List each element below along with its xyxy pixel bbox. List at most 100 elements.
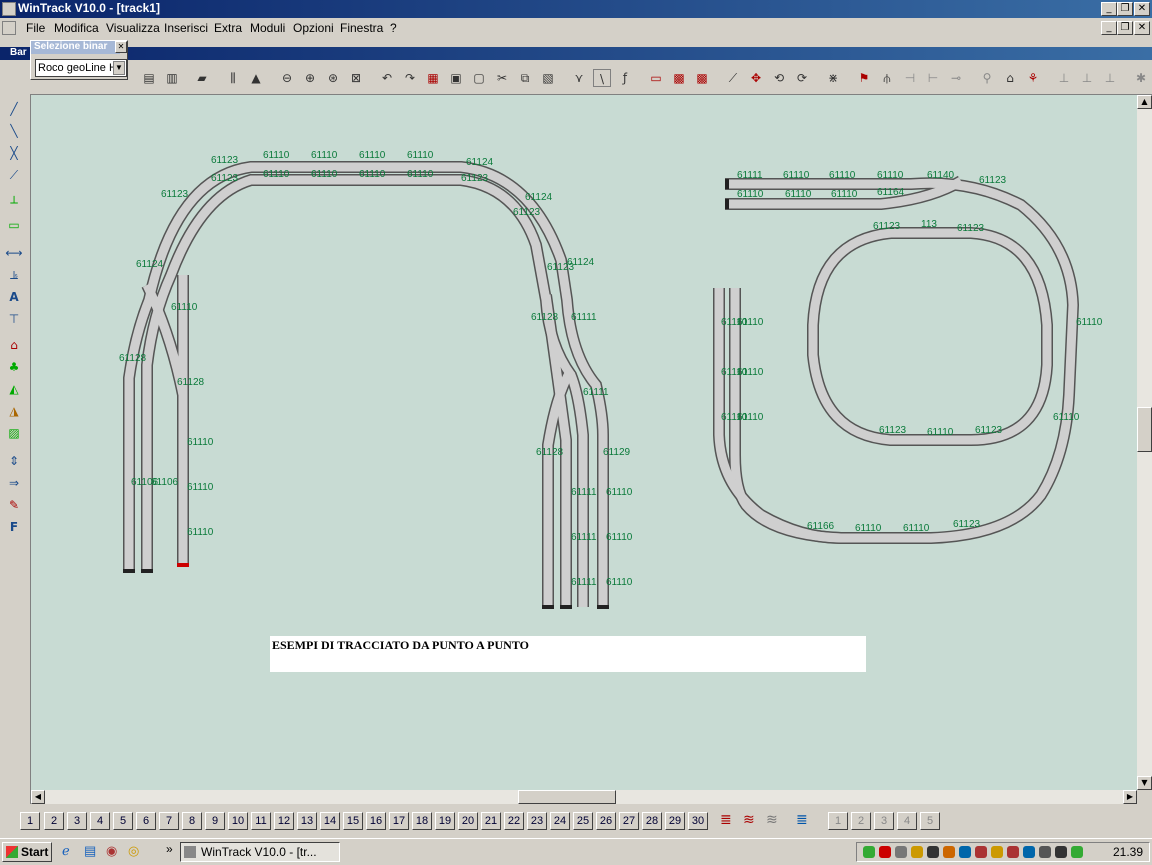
menu-visualizza[interactable]: Visualizza: [106, 21, 160, 35]
branch-icon[interactable]: ⊢: [924, 69, 942, 87]
join-icon[interactable]: ⊣: [901, 69, 919, 87]
connect-track-icon[interactable]: ⇒: [5, 474, 23, 492]
page-tab-15[interactable]: 15: [343, 812, 363, 830]
zoom-all-icon[interactable]: ⊠: [347, 69, 365, 87]
java-icon[interactable]: [943, 846, 955, 858]
cut-icon[interactable]: ✂: [493, 69, 511, 87]
height-icon[interactable]: ⊤: [5, 310, 23, 328]
explorer-icon[interactable]: ▤: [84, 843, 96, 859]
layer-button-2[interactable]: 2: [851, 812, 871, 830]
page-tab-27[interactable]: 27: [619, 812, 639, 830]
page-tab-8[interactable]: 8: [182, 812, 202, 830]
clock[interactable]: 21.39: [1113, 845, 1143, 859]
page-tab-17[interactable]: 17: [389, 812, 409, 830]
layer-button-1[interactable]: 1: [828, 812, 848, 830]
graph-icon[interactable]: ▨: [5, 424, 23, 442]
layer-button-3[interactable]: 3: [874, 812, 894, 830]
landscape-icon[interactable]: ◭: [5, 380, 23, 398]
settings-icon[interactable]: ✱: [1132, 69, 1150, 87]
split-track-icon[interactable]: ⇕: [5, 452, 23, 470]
scenery-icon[interactable]: ⚲: [978, 69, 996, 87]
menu-finestra[interactable]: Finestra: [340, 21, 383, 35]
page-tab-12[interactable]: 12: [274, 812, 294, 830]
font-icon[interactable]: F: [5, 518, 23, 536]
panel-close-button[interactable]: ✕: [115, 41, 127, 53]
align2-icon[interactable]: ⊥: [1078, 69, 1096, 87]
tree-icon[interactable]: ♣: [5, 358, 23, 376]
paste-icon[interactable]: ▧: [539, 69, 557, 87]
page-tab-6[interactable]: 6: [136, 812, 156, 830]
zoom-out-icon[interactable]: ⊖: [278, 69, 296, 87]
page-tab-29[interactable]: 29: [665, 812, 685, 830]
vertical-scroll-thumb[interactable]: [1137, 407, 1152, 452]
page-tab-5[interactable]: 5: [113, 812, 133, 830]
menu-extra[interactable]: Extra: [214, 21, 242, 35]
building-icon[interactable]: ⌂: [1001, 69, 1019, 87]
rotate-180-icon[interactable]: ⟳: [793, 69, 811, 87]
crossing-tool-icon[interactable]: ╳: [5, 144, 23, 162]
page-tab-11[interactable]: 11: [251, 812, 271, 830]
horizontal-scrollbar[interactable]: ◀ ▶: [31, 790, 1137, 804]
horizontal-scroll-thumb[interactable]: [518, 790, 616, 804]
quicklaunch-chevron-icon[interactable]: »: [166, 842, 173, 856]
level-icon[interactable]: ⫡: [5, 266, 23, 284]
update-icon[interactable]: [1071, 846, 1083, 858]
speaker-icon[interactable]: [927, 846, 939, 858]
vertical-scrollbar[interactable]: ▲ ▼: [1137, 95, 1152, 790]
layer-green-icon[interactable]: ≋: [766, 812, 778, 828]
parts-list-icon[interactable]: ⫼: [224, 69, 242, 87]
curve-tool-icon[interactable]: \: [593, 69, 611, 87]
printer-icon[interactable]: [1039, 846, 1051, 858]
globe-icon[interactable]: [959, 846, 971, 858]
layer-move-icon[interactable]: ▩: [693, 69, 711, 87]
align-icon[interactable]: ⊥: [1055, 69, 1073, 87]
page-tab-25[interactable]: 25: [573, 812, 593, 830]
menu-inserisci[interactable]: Inserisci: [164, 21, 208, 35]
page-tab-23[interactable]: 23: [527, 812, 547, 830]
flex-track-icon[interactable]: ƒ: [616, 69, 634, 87]
doc-close-button[interactable]: ✕: [1134, 21, 1150, 35]
page-tab-21[interactable]: 21: [481, 812, 501, 830]
drawing-canvas[interactable]: 61110 61110 61110 61110 61110 61110 6111…: [31, 95, 1137, 790]
note-box[interactable]: ESEMPI DI TRACCIATO DA PUNTO A PUNTO: [270, 636, 866, 672]
properties-icon[interactable]: ▦: [424, 69, 442, 87]
device-icon[interactable]: [975, 846, 987, 858]
split-icon[interactable]: ⫛: [878, 69, 896, 87]
page-tab-2[interactable]: 2: [44, 812, 64, 830]
page-tab-28[interactable]: 28: [642, 812, 662, 830]
close-button[interactable]: ✕: [1134, 2, 1150, 16]
layer-red-icon[interactable]: ≣: [720, 812, 732, 828]
shield-icon[interactable]: [991, 846, 1003, 858]
page-tab-19[interactable]: 19: [435, 812, 455, 830]
dimension-icon[interactable]: ⟷: [5, 244, 23, 262]
scroll-left-button[interactable]: ◀: [31, 790, 45, 804]
chevron-down-icon[interactable]: ▼: [113, 61, 125, 75]
usb-icon[interactable]: [1007, 846, 1019, 858]
signal-icon[interactable]: ⚑: [855, 69, 873, 87]
3d-view-icon[interactable]: ▲: [247, 69, 265, 87]
scroll-down-button[interactable]: ▼: [1137, 776, 1152, 790]
page-tab-22[interactable]: 22: [504, 812, 524, 830]
scroll-right-button[interactable]: ▶: [1123, 790, 1137, 804]
page-tab-7[interactable]: 7: [159, 812, 179, 830]
menu-moduli[interactable]: Moduli: [250, 21, 285, 35]
page-tab-3[interactable]: 3: [67, 812, 87, 830]
monitor-icon[interactable]: [1023, 846, 1035, 858]
track-layout[interactable]: 61110 61110 61110 61110 61110 61110 6111…: [31, 95, 1137, 790]
bridge-tool-icon[interactable]: ⟋: [5, 166, 23, 184]
network-icon[interactable]: [863, 846, 875, 858]
platform-icon[interactable]: ▭: [5, 216, 23, 234]
app-icon[interactable]: [2, 2, 16, 16]
move-icon[interactable]: ✥: [747, 69, 765, 87]
track-system-select[interactable]: Roco geoLine H ▼: [35, 59, 127, 77]
zoom-window-icon[interactable]: ⊛: [324, 69, 342, 87]
doc-minimize-button[interactable]: _: [1101, 21, 1117, 35]
menu-opzioni[interactable]: Opzioni: [293, 21, 334, 35]
redo-icon[interactable]: ↷: [401, 69, 419, 87]
track-tool-icon[interactable]: ╱: [5, 100, 23, 118]
player-icon[interactable]: ◎: [128, 843, 139, 859]
switch-tool-icon[interactable]: ╲: [5, 122, 23, 140]
maximize-button[interactable]: ❐: [1117, 2, 1133, 16]
pencil-icon[interactable]: ✎: [5, 496, 23, 514]
ruler-icon[interactable]: ┴: [5, 194, 23, 212]
